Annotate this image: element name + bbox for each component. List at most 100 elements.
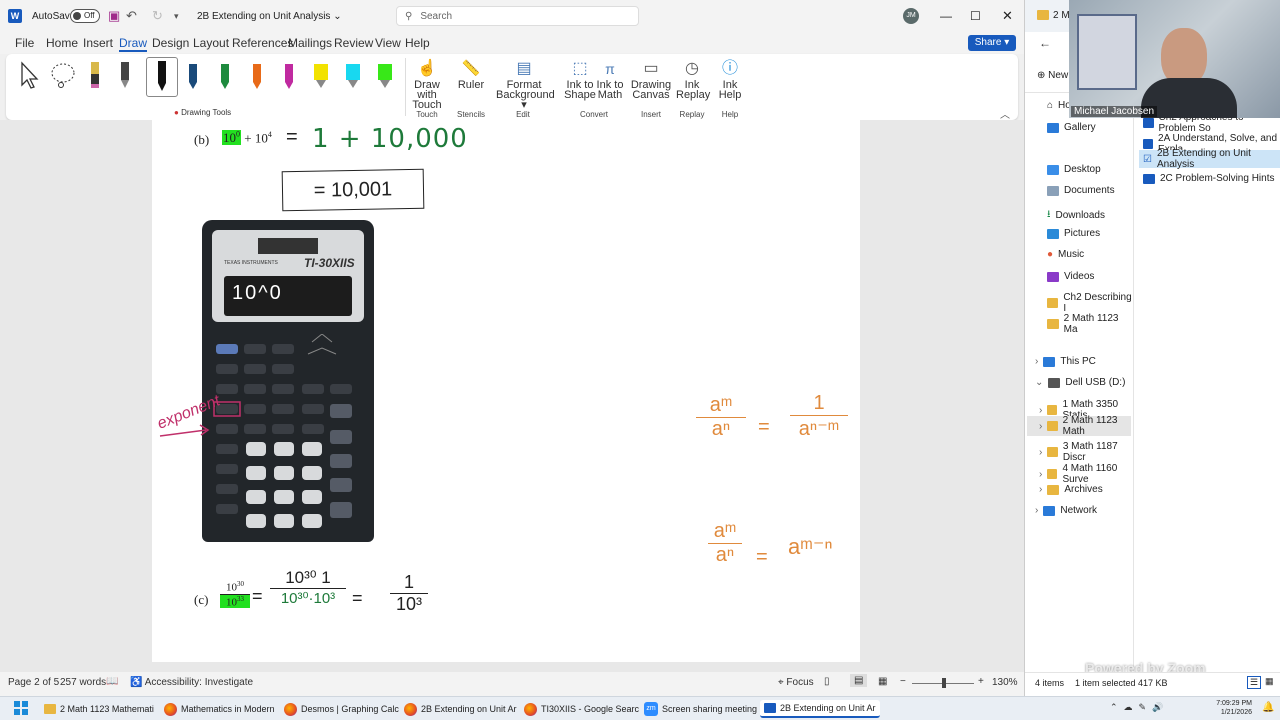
nav-math1160[interactable]: › 4 Math 1160 Surve <box>1039 463 1133 485</box>
system-tray-icons[interactable]: ⌃☁✎🔊 <box>1110 702 1169 713</box>
menu-file[interactable]: File <box>15 36 34 50</box>
nav-music[interactable]: ● Music <box>1047 249 1084 260</box>
undo-icon[interactable]: ↶ <box>126 0 137 32</box>
web-layout-icon[interactable]: ▦ <box>878 676 887 687</box>
menu-references[interactable]: References <box>232 36 293 50</box>
highlighter-cyan-icon[interactable] <box>342 60 364 90</box>
nav-math1123-selected[interactable]: › 2 Math 1123 Math <box>1027 415 1131 437</box>
accessibility-status[interactable]: ♿ Accessibility: Investigate <box>130 677 253 688</box>
print-layout-icon[interactable]: ▤ <box>850 674 868 687</box>
documents-icon <box>1047 185 1059 196</box>
focus-button[interactable]: ⌖ Focus <box>778 677 814 688</box>
file-2b-selected[interactable]: ☑ 2B Extending on Unit Analysis <box>1139 148 1280 170</box>
word-doc-icon <box>1143 173 1155 184</box>
save-icon[interactable]: ▣ <box>108 0 120 32</box>
user-avatar[interactable]: JM <box>903 0 919 32</box>
zoom-thumb[interactable] <box>942 678 946 688</box>
format-background-button[interactable]: ▤ Format Background ▾ <box>496 58 555 111</box>
select-arrow-icon[interactable] <box>18 60 40 90</box>
search-box[interactable]: ⚲ Search <box>396 6 639 26</box>
ruler-button[interactable]: 📏 Ruler <box>456 58 486 91</box>
menu-layout[interactable]: Layout <box>193 36 229 50</box>
ink-to-shape-button[interactable]: ⬚ Ink to Shape <box>564 58 596 101</box>
document-title[interactable]: 2B Extending on Unit Analysis ⌄ <box>197 0 342 32</box>
nav-usb-drive[interactable]: ⌄ Dell USB (D:) <box>1035 377 1125 388</box>
explorer-tab[interactable]: 2 M <box>1037 10 1070 21</box>
nav-pictures[interactable]: Pictures <box>1047 228 1100 239</box>
autosave-toggle[interactable]: Off <box>70 0 100 32</box>
nav-math1123-folder[interactable]: 2 Math 1123 Ma <box>1047 313 1133 335</box>
task-file-explorer[interactable]: 2 Math 1123 Mathemati <box>44 700 154 718</box>
pen-magenta-icon[interactable] <box>278 60 300 90</box>
minimize-icon[interactable]: — <box>940 0 952 32</box>
task-firefox-ti30[interactable]: TI30XIIS - Google Searc <box>524 700 639 718</box>
part-c-label: (c) <box>194 592 209 607</box>
task-zoom[interactable]: zm Screen sharing meeting <box>644 700 757 718</box>
nav-videos[interactable]: Videos <box>1047 271 1094 282</box>
pen-orange-icon[interactable] <box>246 60 268 90</box>
zoom-out-button[interactable]: − <box>900 676 906 687</box>
redo-icon[interactable]: ↻ <box>152 0 163 32</box>
task-firefox-desmos[interactable]: Desmos | Graphing Calc <box>284 700 399 718</box>
nav-this-pc[interactable]: › This PC <box>1035 356 1096 367</box>
proofing-icon[interactable]: 📖 <box>106 676 118 687</box>
collapse-ribbon-icon[interactable]: ︿ <box>1000 106 1010 121</box>
close-icon[interactable]: ✕ <box>1002 0 1013 32</box>
zoom-level[interactable]: 130% <box>992 677 1018 688</box>
highlighter-green-icon[interactable] <box>374 60 396 90</box>
page-count[interactable]: Page 2 of 5 <box>8 677 59 688</box>
ink-to-math-button[interactable]: π Ink to Math <box>594 58 626 101</box>
ink-replay-button[interactable]: ◷ Ink Replay <box>676 58 710 101</box>
read-mode-icon[interactable]: ▯ <box>824 676 830 687</box>
folder-icon <box>1047 319 1059 329</box>
details-view-icon[interactable]: ☰ <box>1247 676 1262 689</box>
menu-mailings[interactable]: Mailings <box>288 36 332 50</box>
rule2-lhs: aᵐ aⁿ <box>708 520 742 567</box>
pen-navy-icon[interactable] <box>182 60 204 90</box>
nav-network[interactable]: › Network <box>1035 505 1097 516</box>
pen-black-selected[interactable] <box>146 57 178 97</box>
nav-documents[interactable]: Documents <box>1047 185 1115 196</box>
notifications-icon[interactable]: 🔔 <box>1262 702 1274 713</box>
highlighter-yellow-icon[interactable] <box>310 60 332 90</box>
word-count[interactable]: 257 words <box>60 677 106 688</box>
customize-chevron-icon[interactable]: ▾ <box>174 0 179 32</box>
menu-insert[interactable]: Insert <box>83 36 113 50</box>
menu-draw[interactable]: Draw <box>119 36 148 52</box>
pencil-black-icon[interactable] <box>114 60 136 90</box>
task-firefox-1[interactable]: Mathematics in Modern <box>164 700 275 718</box>
start-button[interactable] <box>14 701 28 715</box>
tiles-view-icon[interactable]: ▦ <box>1265 676 1274 687</box>
document-page[interactable]: (b) 100 + 104 = 1 + 10,000 = 10,001 TEXA… <box>152 120 860 662</box>
nav-archives[interactable]: › Archives <box>1039 484 1103 495</box>
back-arrow-icon[interactable]: ← <box>1039 36 1051 50</box>
new-button[interactable]: ⊕ New <box>1037 70 1068 81</box>
nav-desktop[interactable]: Desktop <box>1047 164 1101 175</box>
ink-help-button[interactable]: ⓘ Ink Help <box>714 58 746 101</box>
nav-ch2-folder[interactable]: Ch2 Describing I <box>1047 292 1133 314</box>
menu-home[interactable]: Home <box>46 36 78 50</box>
clock[interactable]: 7:09:29 PM 1/21/2026 <box>1200 699 1252 717</box>
task-word-active[interactable]: 2B Extending on Unit Ar <box>760 700 880 718</box>
task-firefox-2b[interactable]: 2B Extending on Unit Ar <box>404 700 517 718</box>
nav-downloads[interactable]: ⭳ Downloads <box>1047 207 1105 224</box>
maximize-icon[interactable]: ☐ <box>970 0 981 32</box>
menu-help[interactable]: Help <box>405 36 430 50</box>
menu-review[interactable]: Review <box>334 36 373 50</box>
draw-with-touch-button[interactable]: ☝ Draw with Touch <box>406 58 448 111</box>
nav-math1187[interactable]: › 3 Math 1187 Discr <box>1039 441 1133 463</box>
nav-gallery[interactable]: Gallery <box>1047 122 1096 133</box>
eraser-pen-icon[interactable] <box>84 60 106 90</box>
lasso-select-icon[interactable] <box>48 60 78 90</box>
menu-design[interactable]: Design <box>152 36 189 50</box>
rule1-rhs: 1 aⁿ⁻ᵐ <box>790 392 848 441</box>
file-2c[interactable]: 2C Problem-Solving Hints <box>1143 173 1275 184</box>
part-c-fraction: 1030 1033 <box>220 580 250 609</box>
menu-view[interactable]: View <box>375 36 401 50</box>
drawing-canvas-button[interactable]: ▭ Drawing Canvas <box>630 58 672 101</box>
computer-icon <box>1043 356 1056 367</box>
pen-green-icon[interactable] <box>214 60 236 90</box>
share-button[interactable]: Share ▾ <box>968 35 1016 51</box>
rule2-rhs: aᵐ⁻ⁿ <box>788 534 833 559</box>
zoom-in-button[interactable]: + <box>978 676 984 687</box>
